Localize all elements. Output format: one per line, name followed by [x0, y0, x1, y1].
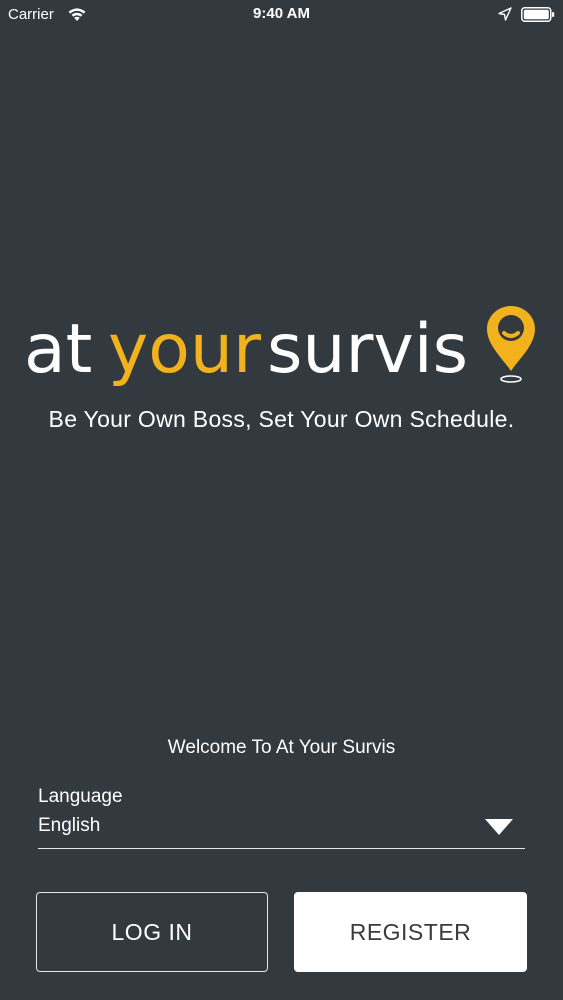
- chevron-down-icon[interactable]: [485, 818, 513, 836]
- language-selected-value[interactable]: English: [38, 815, 100, 837]
- brand-logo: at your survis: [24, 306, 535, 389]
- register-button[interactable]: REGISTER: [294, 892, 527, 972]
- tagline: Be Your Own Boss, Set Your Own Schedule.: [48, 406, 515, 432]
- map-pin-icon: [487, 306, 535, 383]
- language-label: Language: [38, 786, 123, 807]
- language-dropdown[interactable]: [38, 810, 525, 849]
- logo-text-survis: survis: [267, 310, 468, 389]
- login-button[interactable]: LOG IN: [36, 892, 268, 972]
- clock-time: 9:40 AM: [253, 5, 310, 22]
- logo-text-your: your: [108, 310, 261, 389]
- status-bar: Carrier 9:40 AM: [0, 0, 563, 30]
- location-arrow-icon: [498, 7, 512, 21]
- welcome-message: Welcome To At Your Survis: [167, 737, 396, 758]
- logo-text-at: at: [24, 310, 92, 389]
- battery-icon: [521, 7, 555, 22]
